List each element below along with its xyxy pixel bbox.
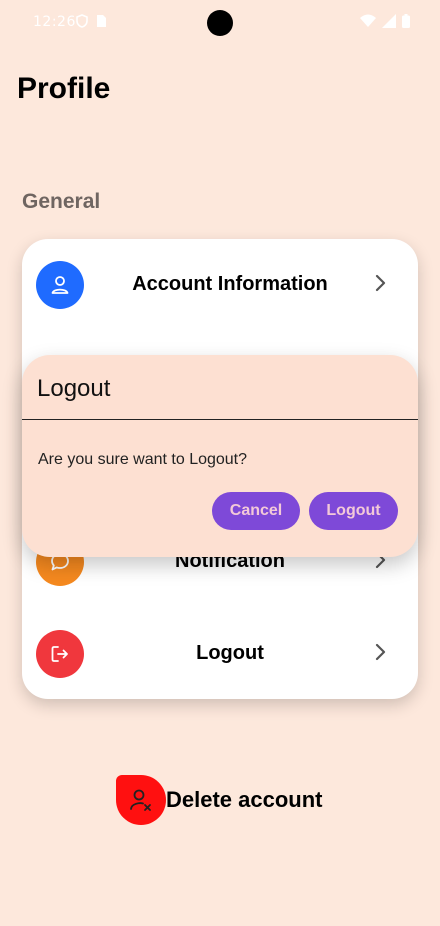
dialog-divider — [22, 419, 418, 420]
confirm-logout-button[interactable]: Logout — [309, 492, 398, 530]
chevron-right-icon — [375, 643, 386, 661]
logout-dialog: Logout Are you sure want to Logout? Canc… — [22, 355, 418, 557]
dialog-title: Logout — [37, 375, 111, 402]
battery-icon — [402, 14, 410, 28]
cancel-button[interactable]: Cancel — [212, 492, 300, 530]
delete-account-button[interactable]: Delete account — [116, 775, 323, 825]
logout-icon — [36, 630, 84, 678]
page-title: Profile — [17, 72, 111, 105]
shield-icon — [76, 14, 88, 28]
dialog-message: Are you sure want to Logout? — [38, 451, 248, 468]
menu-item-logout[interactable]: Logout — [22, 624, 418, 684]
camera-cutout — [207, 10, 233, 36]
status-bar: 12:26 — [0, 0, 440, 46]
user-remove-icon — [116, 775, 166, 825]
menu-item-label: Account Information — [132, 273, 328, 295]
status-left-icons — [76, 14, 107, 28]
sim-card-icon — [97, 15, 106, 27]
user-icon — [36, 261, 84, 309]
status-right-icons — [360, 14, 410, 28]
status-time: 12:26 — [33, 14, 76, 30]
chevron-right-icon — [375, 274, 386, 292]
wifi-icon — [360, 14, 376, 27]
section-label-general: General — [22, 190, 101, 213]
delete-account-label: Delete account — [166, 787, 323, 812]
menu-item-account-information[interactable]: Account Information — [22, 255, 418, 315]
signal-icon — [382, 14, 396, 28]
menu-item-label: Logout — [196, 642, 264, 664]
